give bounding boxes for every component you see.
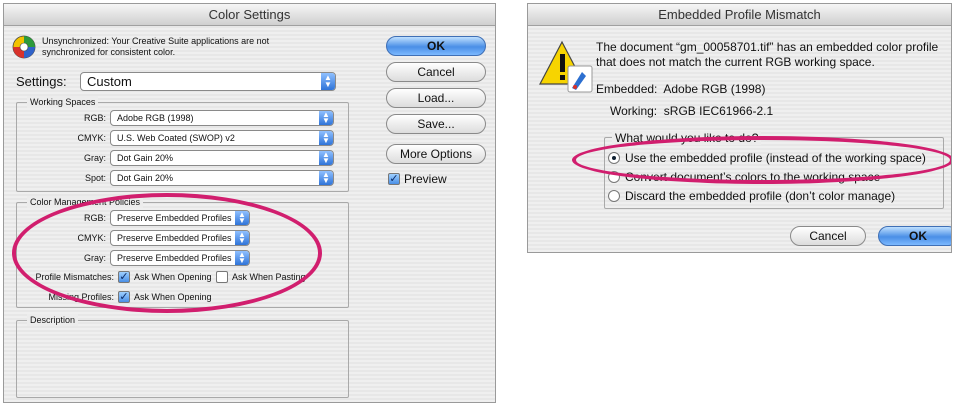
working-profile: Working: sRGB IEC61966-2.1 [610,104,774,118]
working-spaces-legend: Working Spaces [27,96,99,108]
chevron-updown-icon: ▲ ▼ [319,131,333,145]
description-legend: Description [27,314,79,326]
ask-when-opening-label: Ask When Opening [134,272,212,282]
chevron-updown-icon: ▲ ▼ [235,251,249,265]
save-button[interactable]: Save... [386,114,486,134]
cancel-button[interactable]: Cancel [386,62,486,82]
missing-ask-when-opening-checkbox[interactable]: ✓ [118,291,130,303]
mismatch-message: The document “gm_00058701.tif” has an em… [596,40,939,69]
settings-label: Settings: [16,74,67,89]
more-options-button[interactable]: More Options [386,144,486,164]
color-settings-dialog: Color Settings Unsynchronized: Your Crea… [3,3,496,403]
chevron-updown-icon: ▲ ▼ [319,151,333,165]
chevron-updown-icon: ▲ ▼ [321,73,335,90]
profile-mismatch-dialog: Embedded Profile Mismatch The document “… [527,3,952,253]
ws-spot-value: Dot Gain 20% [117,173,174,183]
ws-gray-value: Dot Gain 20% [117,153,174,163]
policy-rgb-select[interactable]: Preserve Embedded Profiles ▲ ▼ [110,210,250,226]
ws-cmyk-value: U.S. Web Coated (SWOP) v2 [117,133,235,143]
profile-mismatch-title: Embedded Profile Mismatch [658,7,821,22]
policy-gray-select[interactable]: Preserve Embedded Profiles ▲ ▼ [110,250,250,266]
ws-gray-label: Gray: [83,153,106,163]
chevron-updown-icon: ▲ ▼ [319,171,333,185]
color-settings-title: Color Settings [208,7,291,22]
discard-profile-radio[interactable] [608,190,620,202]
mismatch-cancel-button[interactable]: Cancel [790,226,866,246]
color-policies-legend: Color Management Policies [27,196,144,208]
ws-cmyk-select[interactable]: U.S. Web Coated (SWOP) v2 ▲ ▼ [110,130,334,146]
preview-label: Preview [404,172,447,186]
preview-checkbox[interactable]: ✓ [388,173,400,185]
policy-gray-value: Preserve Embedded Profiles [117,253,232,263]
color-settings-titlebar: Color Settings [4,4,495,26]
ws-rgb-select[interactable]: Adobe RGB (1998) ▲ ▼ [110,110,334,126]
settings-value: Custom [87,74,132,89]
ask-when-pasting-label: Ask When Pasting [232,272,306,282]
sync-message: Unsynchronized: Your Creative Suite appl… [42,36,270,57]
use-embedded-radio[interactable] [608,152,620,164]
chevron-updown-icon: ▲ ▼ [235,211,249,225]
profile-mismatch-titlebar: Embedded Profile Mismatch [528,4,951,26]
policy-gray-label: Gray: [83,253,106,263]
chevron-updown-icon: ▲ ▼ [235,231,249,245]
policy-rgb-value: Preserve Embedded Profiles [117,213,232,223]
ws-rgb-label: RGB: [83,113,106,123]
settings-select[interactable]: Custom ▲ ▼ [80,72,336,91]
discard-profile-label: Discard the embedded profile (don’t colo… [625,189,896,203]
warning-icon [539,40,593,93]
description-group: Description [16,314,349,398]
policy-cmyk-label: CMYK: [77,233,106,243]
missing-ask-when-opening-label: Ask When Opening [134,292,212,302]
embedded-profile: Embedded: Adobe RGB (1998) [596,82,766,96]
chevron-updown-icon: ▲ ▼ [319,111,333,125]
policy-cmyk-value: Preserve Embedded Profiles [117,233,232,243]
policy-rgb-label: RGB: [83,213,106,223]
missing-profiles-label: Missing Profiles: [48,292,114,302]
ask-when-opening-checkbox[interactable]: ✓ [118,271,130,283]
ok-button[interactable]: OK [386,36,486,56]
convert-colors-radio[interactable] [608,171,620,183]
load-button[interactable]: Load... [386,88,486,108]
ws-rgb-value: Adobe RGB (1998) [117,113,194,123]
convert-colors-label: Convert document’s colors to the working… [625,170,881,184]
policy-cmyk-select[interactable]: Preserve Embedded Profiles ▲ ▼ [110,230,250,246]
ws-spot-label: Spot: [84,173,106,183]
ask-when-pasting-checkbox[interactable] [216,271,228,283]
options-question: What would you like to do? [612,131,762,145]
ws-spot-select[interactable]: Dot Gain 20% ▲ ▼ [110,170,334,186]
profile-mismatches-label: Profile Mismatches: [35,272,114,282]
use-embedded-label: Use the embedded profile (instead of the… [625,151,926,165]
ws-gray-select[interactable]: Dot Gain 20% ▲ ▼ [110,150,334,166]
creative-suite-sync-icon [12,35,36,59]
mismatch-ok-button[interactable]: OK [878,226,951,246]
ws-cmyk-label: CMYK: [77,133,106,143]
